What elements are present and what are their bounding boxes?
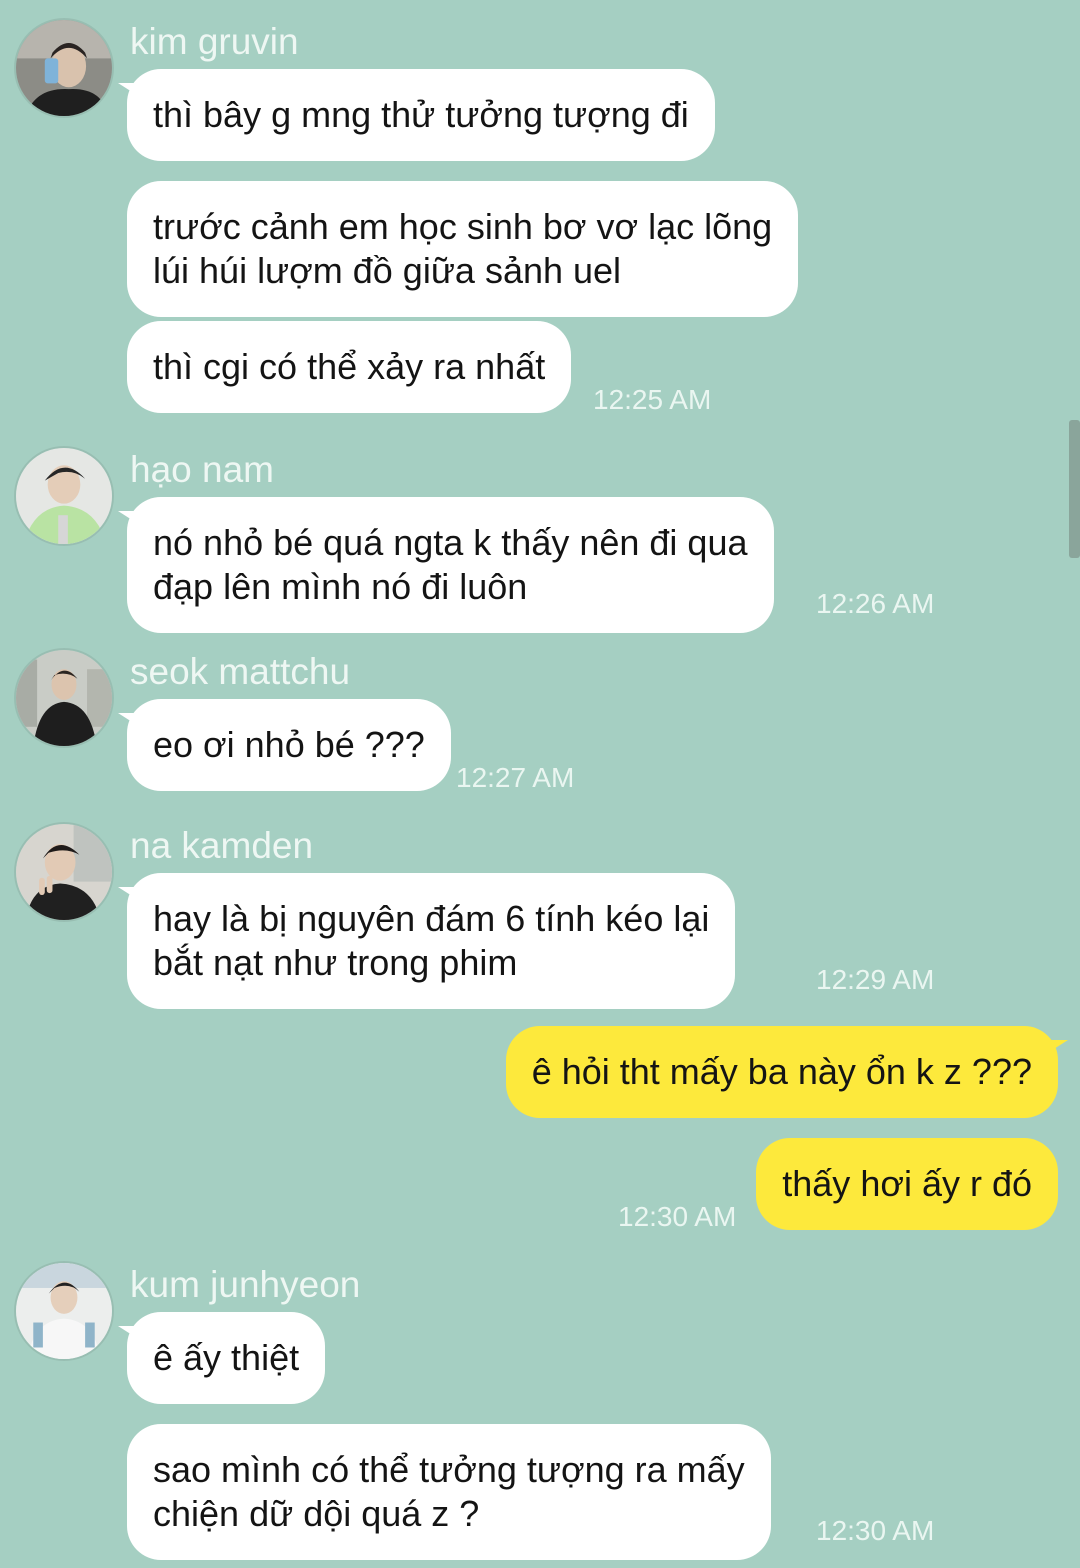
message-bubble[interactable]: hay là bị nguyên đám 6 tính kéo lại bắt … xyxy=(127,873,736,1009)
sender-name: hạo nam xyxy=(130,449,274,490)
sender-name: kim gruvin xyxy=(130,21,299,62)
sender-name: kum junhyeon xyxy=(130,1264,361,1305)
sender-avatar-kim-gruvin[interactable] xyxy=(14,18,114,118)
sender-avatar-na-kamden[interactable] xyxy=(14,822,114,922)
message-timestamp: 12:27 AM xyxy=(456,762,575,793)
profile-photo-selfie-icon xyxy=(16,20,112,116)
sender-name: na kamden xyxy=(130,825,314,866)
sender-avatar-seok-mattchu[interactable] xyxy=(14,648,114,748)
outgoing-message-bubble[interactable]: ê hỏi tht mấy ba này ổn k z ??? xyxy=(505,1026,1058,1118)
message-bubble[interactable]: ê ấy thiệt xyxy=(127,1312,326,1404)
chat-view[interactable]: kim gruvin thì bây g mng thử tưởng tượng… xyxy=(0,0,1080,1568)
message-timestamp: 12:29 AM xyxy=(816,964,935,995)
profile-photo-street-icon xyxy=(16,650,112,746)
message-bubble[interactable]: eo ơi nhỏ bé ??? xyxy=(127,699,451,791)
profile-photo-green-shirt-icon xyxy=(16,448,112,544)
message-bubble[interactable]: thì bây g mng thử tưởng tượng đi xyxy=(127,69,715,161)
outgoing-message-bubble[interactable]: thấy hơi ấy r đó xyxy=(756,1138,1058,1230)
message-bubble[interactable]: trước cảnh em học sinh bơ vơ lạc lõng lú… xyxy=(127,181,799,317)
message-bubble[interactable]: nó nhỏ bé quá ngta k thấy nên đi qua đạp… xyxy=(127,497,774,633)
message-timestamp: 12:26 AM xyxy=(816,588,935,619)
message-bubble[interactable]: thì cgi có thể xảy ra nhất xyxy=(127,321,572,413)
message-timestamp: 12:25 AM xyxy=(593,384,712,415)
message-timestamp: 12:30 AM xyxy=(618,1201,737,1232)
profile-photo-uniform-icon xyxy=(16,1263,112,1359)
message-timestamp: 12:30 AM xyxy=(816,1515,935,1546)
sender-name: seok mattchu xyxy=(130,651,351,692)
sender-avatar-kum-junhyeon[interactable] xyxy=(14,1261,114,1361)
sender-avatar-hao-nam[interactable] xyxy=(14,446,114,546)
scrollbar-thumb[interactable] xyxy=(1069,420,1080,558)
profile-photo-peace-sign-icon xyxy=(16,824,112,920)
message-bubble[interactable]: sao mình có thể tưởng tượng ra mấy chiện… xyxy=(127,1424,771,1560)
